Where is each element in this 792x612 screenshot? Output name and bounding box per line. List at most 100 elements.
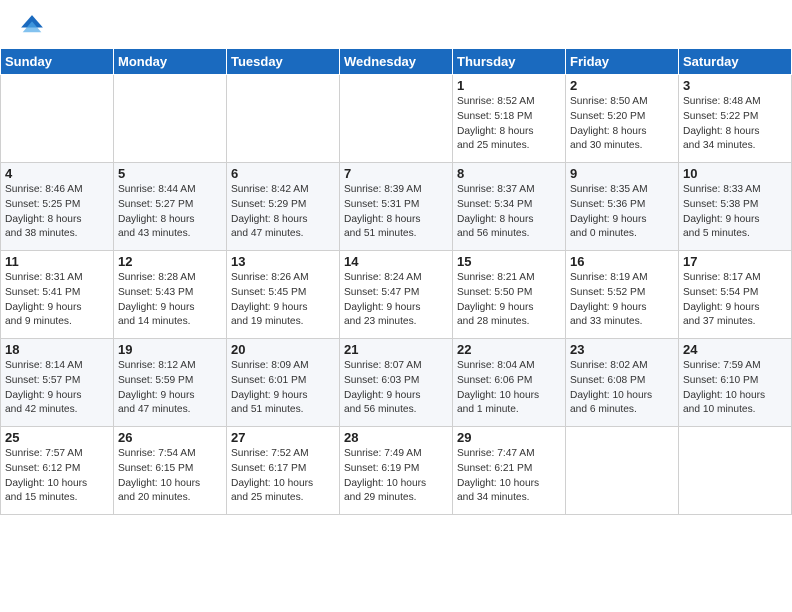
day-cell-3-6: 24 Sunrise: 7:59 AMSunset: 6:10 PMDayligh… xyxy=(679,339,792,427)
day-number: 17 xyxy=(683,254,787,269)
day-info: Sunrise: 8:35 AMSunset: 5:36 PMDaylight:… xyxy=(570,183,674,242)
day-info: Sunrise: 7:47 AMSunset: 6:21 PMDaylight:… xyxy=(457,447,561,506)
calendar-table: SundayMondayTuesdayWednesdayThursdayFrid… xyxy=(0,48,792,515)
weekday-header-row: SundayMondayTuesdayWednesdayThursdayFrid… xyxy=(1,49,792,75)
day-cell-0-4: 1 Sunrise: 8:52 AMSunset: 5:18 PMDaylight… xyxy=(453,75,566,163)
day-info: Sunrise: 8:39 AMSunset: 5:31 PMDaylight:… xyxy=(344,183,448,242)
day-number: 26 xyxy=(118,430,222,445)
day-cell-0-6: 3 Sunrise: 8:48 AMSunset: 5:22 PMDaylight… xyxy=(679,75,792,163)
day-cell-4-0: 25 Sunrise: 7:57 AMSunset: 6:12 PMDayligh… xyxy=(1,427,114,515)
day-cell-1-2: 6 Sunrise: 8:42 AMSunset: 5:29 PMDaylight… xyxy=(227,163,340,251)
day-info: Sunrise: 8:48 AMSunset: 5:22 PMDaylight:… xyxy=(683,95,787,154)
day-cell-3-0: 18 Sunrise: 8:14 AMSunset: 5:57 PMDayligh… xyxy=(1,339,114,427)
day-cell-4-2: 27 Sunrise: 7:52 AMSunset: 6:17 PMDayligh… xyxy=(227,427,340,515)
day-info: Sunrise: 8:21 AMSunset: 5:50 PMDaylight:… xyxy=(457,271,561,330)
day-number: 14 xyxy=(344,254,448,269)
day-info: Sunrise: 8:33 AMSunset: 5:38 PMDaylight:… xyxy=(683,183,787,242)
logo-icon xyxy=(18,12,46,40)
day-cell-2-1: 12 Sunrise: 8:28 AMSunset: 5:43 PMDayligh… xyxy=(114,251,227,339)
day-number: 9 xyxy=(570,166,674,181)
week-row-4: 18 Sunrise: 8:14 AMSunset: 5:57 PMDayligh… xyxy=(1,339,792,427)
page-header xyxy=(0,0,792,48)
day-info: Sunrise: 8:50 AMSunset: 5:20 PMDaylight:… xyxy=(570,95,674,154)
weekday-monday: Monday xyxy=(114,49,227,75)
day-number: 10 xyxy=(683,166,787,181)
week-row-5: 25 Sunrise: 7:57 AMSunset: 6:12 PMDayligh… xyxy=(1,427,792,515)
day-info: Sunrise: 8:24 AMSunset: 5:47 PMDaylight:… xyxy=(344,271,448,330)
day-cell-3-3: 21 Sunrise: 8:07 AMSunset: 6:03 PMDayligh… xyxy=(340,339,453,427)
day-cell-3-1: 19 Sunrise: 8:12 AMSunset: 5:59 PMDayligh… xyxy=(114,339,227,427)
day-number: 24 xyxy=(683,342,787,357)
day-number: 19 xyxy=(118,342,222,357)
day-number: 27 xyxy=(231,430,335,445)
day-number: 23 xyxy=(570,342,674,357)
day-cell-1-4: 8Sunrise: 8:37 AMSunset: 5:34 PMDaylight… xyxy=(453,163,566,251)
day-number: 16 xyxy=(570,254,674,269)
day-cell-2-3: 14 Sunrise: 8:24 AMSunset: 5:47 PMDayligh… xyxy=(340,251,453,339)
day-cell-4-4: 29 Sunrise: 7:47 AMSunset: 6:21 PMDayligh… xyxy=(453,427,566,515)
day-number: 29 xyxy=(457,430,561,445)
day-info: Sunrise: 8:26 AMSunset: 5:45 PMDaylight:… xyxy=(231,271,335,330)
day-number: 21 xyxy=(344,342,448,357)
day-info: Sunrise: 8:42 AMSunset: 5:29 PMDaylight:… xyxy=(231,183,335,242)
day-cell-0-3 xyxy=(340,75,453,163)
day-number: 1 xyxy=(457,78,561,93)
day-info: Sunrise: 8:52 AMSunset: 5:18 PMDaylight:… xyxy=(457,95,561,154)
day-number: 12 xyxy=(118,254,222,269)
day-cell-0-1 xyxy=(114,75,227,163)
day-info: Sunrise: 8:02 AMSunset: 6:08 PMDaylight:… xyxy=(570,359,674,418)
weekday-sunday: Sunday xyxy=(1,49,114,75)
day-cell-4-5 xyxy=(566,427,679,515)
weekday-saturday: Saturday xyxy=(679,49,792,75)
week-row-3: 11 Sunrise: 8:31 AMSunset: 5:41 PMDayligh… xyxy=(1,251,792,339)
day-cell-1-0: 4Sunrise: 8:46 AMSunset: 5:25 PMDaylight… xyxy=(1,163,114,251)
day-cell-2-6: 17Sunrise: 8:17 AMSunset: 5:54 PMDayligh… xyxy=(679,251,792,339)
day-cell-3-5: 23 Sunrise: 8:02 AMSunset: 6:08 PMDayligh… xyxy=(566,339,679,427)
day-info: Sunrise: 8:46 AMSunset: 5:25 PMDaylight:… xyxy=(5,183,109,242)
day-info: Sunrise: 8:14 AMSunset: 5:57 PMDaylight:… xyxy=(5,359,109,418)
day-cell-4-6 xyxy=(679,427,792,515)
day-number: 25 xyxy=(5,430,109,445)
day-info: Sunrise: 7:57 AMSunset: 6:12 PMDaylight:… xyxy=(5,447,109,506)
weekday-tuesday: Tuesday xyxy=(227,49,340,75)
day-number: 13 xyxy=(231,254,335,269)
day-cell-4-1: 26Sunrise: 7:54 AMSunset: 6:15 PMDayligh… xyxy=(114,427,227,515)
week-row-1: 1 Sunrise: 8:52 AMSunset: 5:18 PMDaylight… xyxy=(1,75,792,163)
weekday-wednesday: Wednesday xyxy=(340,49,453,75)
weekday-friday: Friday xyxy=(566,49,679,75)
day-cell-1-3: 7Sunrise: 8:39 AMSunset: 5:31 PMDaylight… xyxy=(340,163,453,251)
day-cell-1-6: 10 Sunrise: 8:33 AMSunset: 5:38 PMDayligh… xyxy=(679,163,792,251)
day-info: Sunrise: 8:31 AMSunset: 5:41 PMDaylight:… xyxy=(5,271,109,330)
day-info: Sunrise: 8:07 AMSunset: 6:03 PMDaylight:… xyxy=(344,359,448,418)
day-number: 18 xyxy=(5,342,109,357)
day-info: Sunrise: 8:44 AMSunset: 5:27 PMDaylight:… xyxy=(118,183,222,242)
day-info: Sunrise: 8:04 AMSunset: 6:06 PMDaylight:… xyxy=(457,359,561,418)
day-number: 5 xyxy=(118,166,222,181)
day-info: Sunrise: 8:28 AMSunset: 5:43 PMDaylight:… xyxy=(118,271,222,330)
day-number: 2 xyxy=(570,78,674,93)
day-info: Sunrise: 8:12 AMSunset: 5:59 PMDaylight:… xyxy=(118,359,222,418)
day-cell-2-0: 11 Sunrise: 8:31 AMSunset: 5:41 PMDayligh… xyxy=(1,251,114,339)
day-cell-3-2: 20 Sunrise: 8:09 AMSunset: 6:01 PMDayligh… xyxy=(227,339,340,427)
day-number: 6 xyxy=(231,166,335,181)
day-info: Sunrise: 8:19 AMSunset: 5:52 PMDaylight:… xyxy=(570,271,674,330)
weekday-thursday: Thursday xyxy=(453,49,566,75)
day-cell-2-2: 13 Sunrise: 8:26 AMSunset: 5:45 PMDayligh… xyxy=(227,251,340,339)
day-cell-0-0 xyxy=(1,75,114,163)
day-cell-2-4: 15 Sunrise: 8:21 AMSunset: 5:50 PMDayligh… xyxy=(453,251,566,339)
day-cell-0-2 xyxy=(227,75,340,163)
day-info: Sunrise: 7:49 AMSunset: 6:19 PMDaylight:… xyxy=(344,447,448,506)
day-info: Sunrise: 8:09 AMSunset: 6:01 PMDaylight:… xyxy=(231,359,335,418)
day-cell-1-1: 5 Sunrise: 8:44 AMSunset: 5:27 PMDaylight… xyxy=(114,163,227,251)
week-row-2: 4Sunrise: 8:46 AMSunset: 5:25 PMDaylight… xyxy=(1,163,792,251)
day-info: Sunrise: 7:59 AMSunset: 6:10 PMDaylight:… xyxy=(683,359,787,418)
day-cell-4-3: 28 Sunrise: 7:49 AMSunset: 6:19 PMDayligh… xyxy=(340,427,453,515)
day-number: 20 xyxy=(231,342,335,357)
day-number: 15 xyxy=(457,254,561,269)
day-cell-1-5: 9 Sunrise: 8:35 AMSunset: 5:36 PMDaylight… xyxy=(566,163,679,251)
day-cell-3-4: 22Sunrise: 8:04 AMSunset: 6:06 PMDayligh… xyxy=(453,339,566,427)
day-number: 28 xyxy=(344,430,448,445)
day-info: Sunrise: 7:52 AMSunset: 6:17 PMDaylight:… xyxy=(231,447,335,506)
day-number: 11 xyxy=(5,254,109,269)
day-number: 3 xyxy=(683,78,787,93)
